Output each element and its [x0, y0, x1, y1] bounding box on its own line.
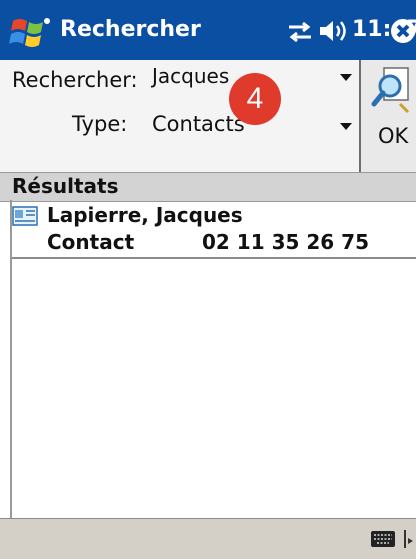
close-icon[interactable] [390, 18, 416, 44]
volume-icon[interactable] [318, 18, 350, 44]
type-select[interactable]: Contacts [152, 109, 245, 139]
results-label: Résultats [12, 174, 119, 198]
search-input[interactable]: Jacques [152, 61, 229, 91]
result-contact-phone[interactable]: 02 11 35 26 75 [202, 228, 369, 256]
type-label: Type: [72, 112, 128, 136]
bottom-toolbar [0, 518, 416, 559]
result-contact-type[interactable]: Contact [47, 228, 134, 256]
dropdown-arrow-icon[interactable] [338, 120, 354, 132]
search-label: Rechercher: [12, 68, 138, 92]
sip-arrow-icon[interactable] [402, 528, 416, 550]
keyboard-icon[interactable] [370, 530, 396, 548]
result-divider [12, 257, 416, 259]
dropdown-arrow-icon[interactable] [338, 71, 354, 83]
window-title: Rechercher [60, 17, 201, 42]
contact-card-icon[interactable] [12, 206, 38, 226]
results-list-border [10, 200, 12, 518]
connectivity-icon[interactable] [285, 21, 315, 43]
step-badge: 4 [229, 73, 281, 125]
magnifier-icon[interactable] [370, 64, 414, 116]
result-contact-name[interactable]: Lapierre, Jacques [47, 201, 243, 229]
ok-label[interactable]: OK [378, 121, 408, 151]
windows-start-icon[interactable] [9, 13, 53, 51]
